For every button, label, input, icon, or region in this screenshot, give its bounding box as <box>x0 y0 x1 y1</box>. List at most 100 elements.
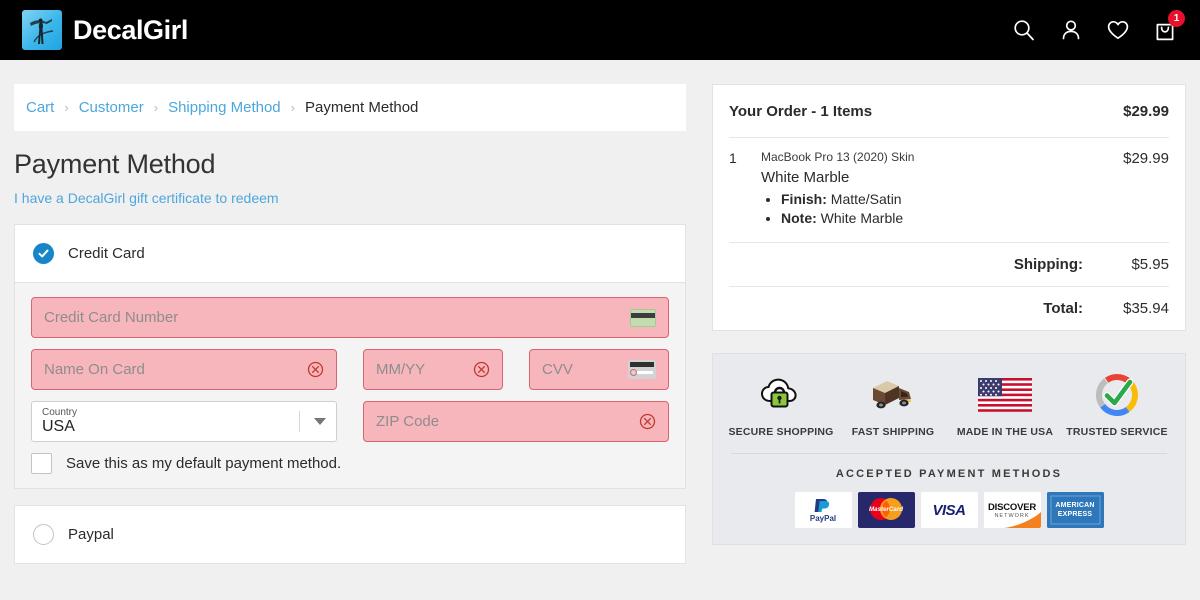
country-select[interactable]: Country USA <box>31 401 337 442</box>
country-value: USA <box>42 418 75 436</box>
save-default-checkbox[interactable] <box>31 453 52 474</box>
delivery-truck-icon <box>865 372 921 418</box>
order-item-options: Finish: Matte/Satin Note: White Marble <box>781 191 1123 226</box>
total-row: Total: $35.94 <box>729 287 1169 330</box>
order-item-option-label: Note: <box>781 210 817 226</box>
trust-panel: SECURE SHOPPING FAST SHIPPING MADE IN TH… <box>712 353 1186 546</box>
error-circle-icon <box>639 413 656 430</box>
shipping-label: Shipping: <box>1013 256 1083 273</box>
cvv-input[interactable]: CVV <box>529 349 669 390</box>
shopping-bag-icon[interactable]: 1 <box>1152 10 1185 43</box>
shipping-row: Shipping: $5.95 <box>729 243 1169 286</box>
paypal-option[interactable]: Paypal <box>15 506 685 563</box>
shipping-value: $5.95 <box>1131 256 1169 273</box>
discover-logo-label: DISCOVER <box>987 501 1037 513</box>
order-item-design: White Marble <box>761 169 850 186</box>
brand-logo[interactable]: DecalGirl <box>22 10 188 50</box>
account-icon[interactable] <box>1058 17 1084 43</box>
paypal-panel: Paypal <box>14 505 686 564</box>
order-summary-amount: $29.99 <box>1123 102 1169 120</box>
trust-badge-caption: MADE IN THE USA <box>956 426 1054 438</box>
header-icon-group: 1 <box>1011 10 1185 43</box>
search-icon[interactable] <box>1011 17 1037 43</box>
order-item-option: Note: White Marble <box>781 210 1123 226</box>
order-item-option-value: White Marble <box>820 210 904 226</box>
total-label: Total: <box>1043 300 1083 317</box>
gift-certificate-link[interactable]: I have a DecalGirl gift certificate to r… <box>14 190 279 206</box>
page-title: Payment Method <box>14 149 216 179</box>
mastercard-logo-icon: MasterCard <box>857 492 915 529</box>
breadcrumb: Cart › Customer › Shipping Method › Paym… <box>14 84 686 131</box>
paypal-logo-label: PayPal <box>809 513 837 523</box>
card-details-row: Name On Card MM/YY CVV <box>31 349 669 390</box>
order-column: Your Order - 1 Items $29.99 1 MacBook Pr… <box>712 84 1186 564</box>
amex-logo-label: AMERICAN <box>1055 502 1095 510</box>
trust-badge-fast-shipping: FAST SHIPPING <box>837 372 949 439</box>
trust-badge-caption: FAST SHIPPING <box>851 426 935 438</box>
country-zip-row: Country USA ZIP Code <box>31 401 669 442</box>
discover-logo-sub: NETWORK <box>994 512 1030 519</box>
save-default-label: Save this as my default payment method. <box>66 455 342 472</box>
order-item: 1 MacBook Pro 13 (2020) Skin White Marbl… <box>729 138 1169 242</box>
chevron-right-icon: › <box>153 100 159 115</box>
order-summary: Your Order - 1 Items $29.99 1 MacBook Pr… <box>712 84 1186 331</box>
expiry-input[interactable]: MM/YY <box>363 349 503 390</box>
zip-code-input[interactable]: ZIP Code <box>363 401 669 442</box>
card-number-placeholder: Credit Card Number <box>44 309 179 326</box>
order-item-info: MacBook Pro 13 (2020) Skin White Marble … <box>761 150 1123 226</box>
usa-flag-icon <box>978 372 1032 418</box>
decalgirl-logo-icon <box>22 10 62 50</box>
chevron-right-icon: › <box>64 100 69 115</box>
order-summary-title: Your Order - 1 Items <box>729 102 873 120</box>
breadcrumb-item-shipping-method[interactable]: Shipping Method <box>168 99 281 116</box>
breadcrumb-item-customer[interactable]: Customer <box>79 99 144 116</box>
breadcrumb-item-payment-method: Payment Method <box>305 99 419 116</box>
order-item-option-value: Matte/Satin <box>830 191 902 207</box>
card-back-cvv-icon <box>628 360 656 379</box>
breadcrumb-item-cart[interactable]: Cart <box>26 99 54 116</box>
order-summary-header: Your Order - 1 Items $29.99 <box>729 85 1169 137</box>
credit-card-option[interactable]: Credit Card <box>15 225 685 282</box>
cvv-placeholder: CVV <box>542 361 573 378</box>
save-default-row[interactable]: Save this as my default payment method. <box>31 453 669 474</box>
name-on-card-input[interactable]: Name On Card <box>31 349 337 390</box>
trust-badges: SECURE SHOPPING FAST SHIPPING MADE IN TH… <box>725 372 1173 439</box>
order-item-option-label: Finish: <box>781 191 827 207</box>
check-circle-icon <box>1095 372 1139 418</box>
paypal-logo-icon: PayPal <box>794 492 852 529</box>
trust-badge-caption: TRUSTED SERVICE <box>1066 426 1168 438</box>
country-label: Country <box>42 407 78 419</box>
credit-card-panel: Credit Card Credit Card Number Name On C… <box>14 224 686 489</box>
amex-logo-sub: EXPRESS <box>1057 510 1093 518</box>
visa-logo-icon: VISA <box>920 492 978 529</box>
brand-name: DecalGirl <box>73 14 188 45</box>
order-item-qty: 1 <box>729 150 737 166</box>
trust-badge-trusted-service: TRUSTED SERVICE <box>1061 372 1173 439</box>
checkout-column: Cart › Customer › Shipping Method › Paym… <box>14 84 686 564</box>
discover-logo-icon: DISCOVER NETWORK <box>983 492 1041 529</box>
credit-card-icon <box>630 308 656 327</box>
order-item-option: Finish: Matte/Satin <box>781 191 1123 207</box>
chevron-down-icon[interactable] <box>314 418 326 425</box>
paypal-label: Paypal <box>68 526 114 543</box>
accepted-payment-logos: PayPal MasterCard VISA DISCOVER NETWORK … <box>725 492 1173 529</box>
credit-card-radio-selected-icon[interactable] <box>33 243 54 264</box>
cloud-lock-icon <box>758 372 804 418</box>
paypal-radio-icon[interactable] <box>33 524 54 545</box>
cart-count-badge: 1 <box>1168 10 1185 27</box>
chevron-right-icon: › <box>290 100 295 115</box>
trust-badge-caption: SECURE SHOPPING <box>728 426 834 438</box>
card-number-input[interactable]: Credit Card Number <box>31 297 669 338</box>
wishlist-heart-icon[interactable] <box>1105 17 1131 43</box>
page-body: Cart › Customer › Shipping Method › Paym… <box>0 60 1200 564</box>
card-number-row: Credit Card Number <box>31 297 669 338</box>
trust-badge-made-in-usa: MADE IN THE USA <box>949 372 1061 439</box>
site-header: DecalGirl 1 <box>0 0 1200 60</box>
credit-card-form: Credit Card Number Name On Card MM/YY CV… <box>15 282 685 488</box>
name-on-card-placeholder: Name On Card <box>44 361 145 378</box>
select-divider <box>299 411 300 432</box>
total-value: $35.94 <box>1123 300 1169 317</box>
credit-card-label: Credit Card <box>68 245 145 262</box>
order-item-price: $29.99 <box>1123 150 1169 167</box>
error-circle-icon <box>473 361 490 378</box>
